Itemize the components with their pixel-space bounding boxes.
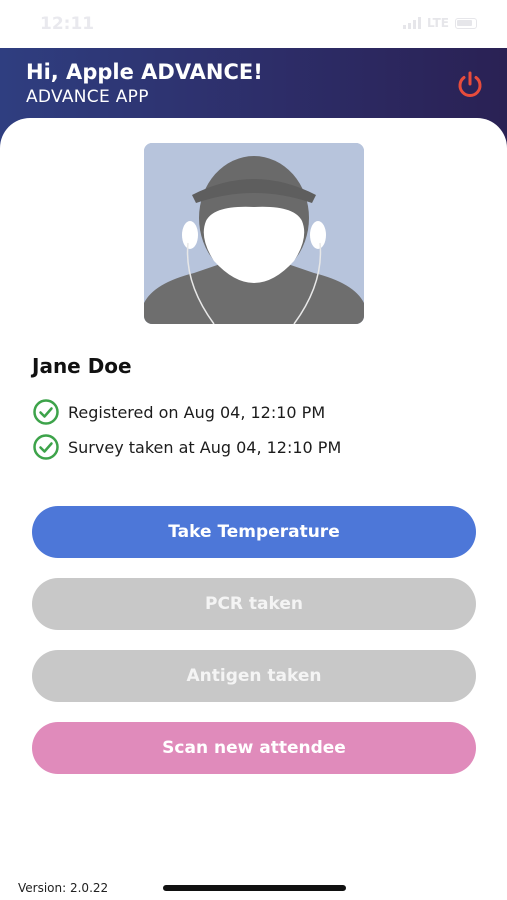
home-indicator[interactable]: [163, 885, 346, 891]
status-bar: 12:11 LTE: [0, 0, 507, 48]
signal-icon: [402, 17, 421, 29]
version-label: Version: 2.0.22: [18, 881, 109, 895]
attendee-name: Jane Doe: [32, 354, 132, 378]
network-label: LTE: [426, 16, 449, 30]
antigen-taken-button[interactable]: Antigen taken: [32, 650, 476, 702]
avatar: [144, 143, 364, 324]
greeting-title: Hi, Apple ADVANCE!: [26, 60, 263, 84]
take-temperature-button[interactable]: Take Temperature: [32, 506, 476, 558]
scan-new-attendee-button[interactable]: Scan new attendee: [32, 722, 476, 774]
status-survey: Survey taken at Aug 04, 12:10 PM: [32, 433, 341, 461]
status-text: Survey taken at Aug 04, 12:10 PM: [68, 437, 342, 457]
status-registered: Registered on Aug 04, 12:10 PM: [32, 398, 325, 426]
pcr-taken-button[interactable]: PCR taken: [32, 578, 476, 630]
attendee-card: Jane Doe Registered on Aug 04, 12:10 PM …: [0, 118, 507, 900]
power-icon[interactable]: [453, 68, 487, 102]
status-text: Registered on Aug 04, 12:10 PM: [68, 402, 326, 422]
app-subtitle: ADVANCE APP: [26, 87, 149, 107]
status-time: 12:11: [40, 14, 95, 34]
battery-icon: [455, 17, 477, 29]
check-circle-icon: [33, 434, 59, 460]
check-circle-icon: [33, 399, 59, 425]
person-silhouette-icon: [144, 143, 364, 324]
status-indicators: LTE: [402, 16, 477, 30]
